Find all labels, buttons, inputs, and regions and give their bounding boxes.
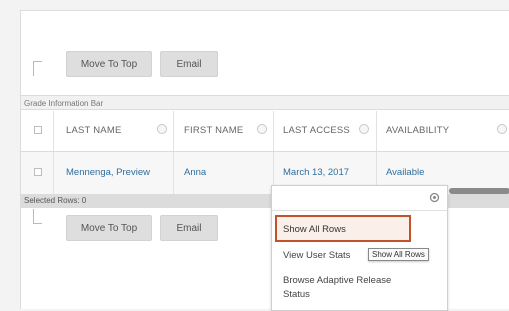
toolbar-bracket-icon bbox=[33, 209, 42, 224]
column-header-last-name[interactable]: LAST NAME bbox=[66, 125, 121, 136]
menu-item-browse-adaptive-release[interactable]: Browse Adaptive Release Status bbox=[283, 274, 413, 302]
menu-item-view-user-stats[interactable]: View User Stats bbox=[283, 250, 350, 261]
grade-information-bar: Grade Information Bar bbox=[21, 95, 509, 110]
move-to-top-button[interactable]: Move To Top bbox=[66, 51, 152, 77]
horizontal-scrollbar[interactable] bbox=[449, 188, 509, 194]
move-to-top-label: Move To Top bbox=[80, 222, 138, 234]
column-header-availability[interactable]: AVAILABILITY bbox=[386, 125, 449, 136]
cell-last-access: March 13, 2017 bbox=[283, 167, 350, 178]
cell-availability: Available bbox=[386, 167, 425, 178]
availability-column-menu-icon[interactable] bbox=[497, 124, 507, 134]
move-to-top-button-bottom[interactable]: Move To Top bbox=[66, 215, 152, 241]
email-button[interactable]: Email bbox=[160, 51, 218, 77]
settings-gear-icon[interactable] bbox=[429, 192, 440, 203]
row-checkbox[interactable] bbox=[34, 168, 42, 176]
toolbar-bracket-icon bbox=[33, 61, 42, 76]
options-menu: Show All Rows View User Stats Show All R… bbox=[271, 185, 448, 311]
tooltip-label: Show All Rows bbox=[372, 250, 425, 259]
cell-last-name[interactable]: Mennenga, Preview bbox=[66, 167, 150, 178]
tooltip-show-all-rows: Show All Rows bbox=[368, 248, 429, 261]
grade-center-panel: Move To Top Email Grade Information Bar … bbox=[20, 10, 509, 311]
last-name-column-menu-icon[interactable] bbox=[157, 124, 167, 134]
select-all-checkbox[interactable] bbox=[34, 126, 42, 134]
move-to-top-label: Move To Top bbox=[80, 58, 138, 70]
first-name-column-menu-icon[interactable] bbox=[257, 124, 267, 134]
cell-first-name[interactable]: Anna bbox=[184, 167, 206, 178]
last-access-column-menu-icon[interactable] bbox=[359, 124, 369, 134]
table-header: LAST NAME FIRST NAME LAST ACCESS AVAILAB… bbox=[21, 111, 509, 152]
menu-item-show-all-rows[interactable]: Show All Rows bbox=[283, 224, 346, 235]
column-header-last-access[interactable]: LAST ACCESS bbox=[283, 125, 350, 136]
email-label: Email bbox=[176, 58, 202, 70]
email-label: Email bbox=[176, 222, 202, 234]
email-button-bottom[interactable]: Email bbox=[160, 215, 218, 241]
column-header-first-name[interactable]: FIRST NAME bbox=[184, 125, 243, 136]
